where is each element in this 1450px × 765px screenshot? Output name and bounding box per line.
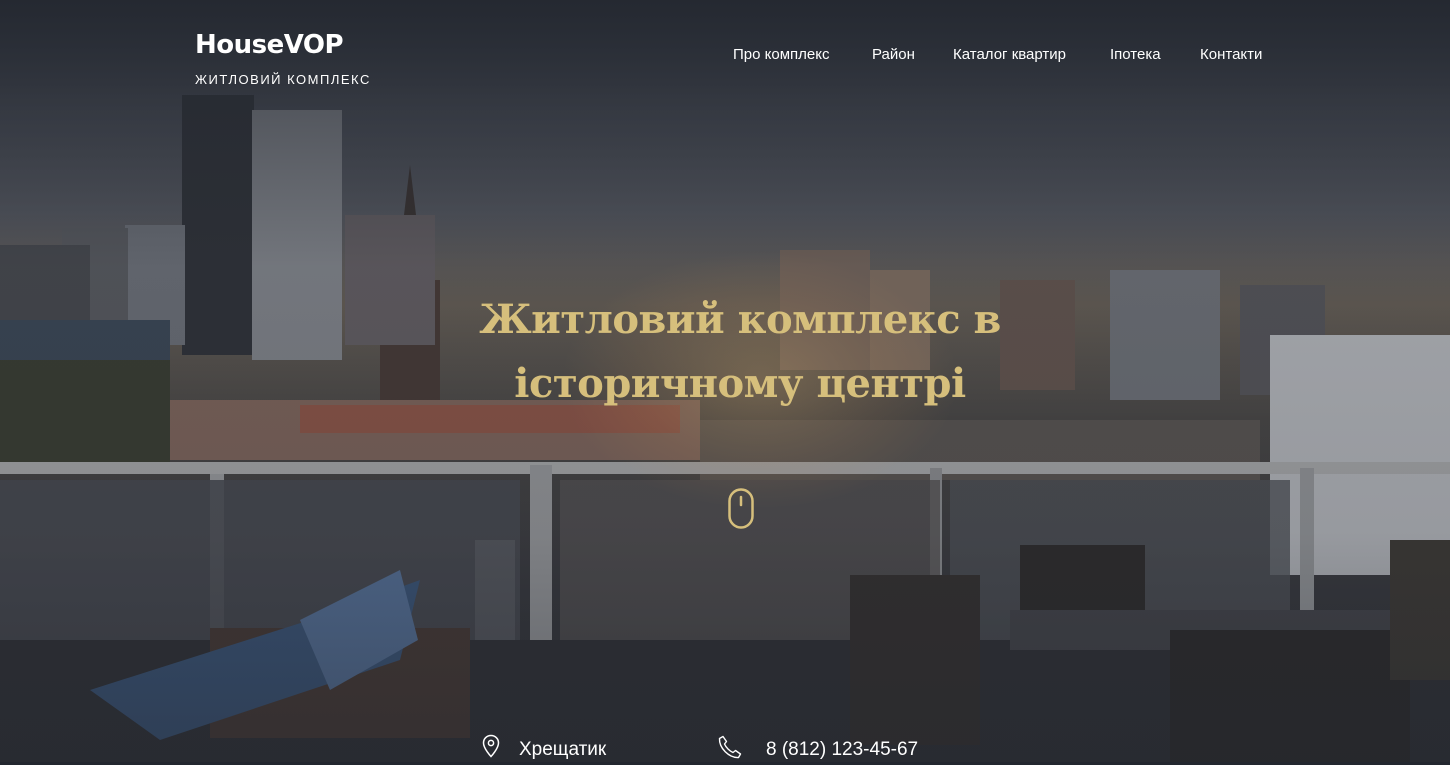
phone-icon — [717, 734, 743, 765]
nav-item-catalog[interactable]: Каталог квартир — [953, 45, 1066, 65]
brand-logo[interactable]: HouseVOP ЖИТЛОВИЙ КОМПЛЕКС — [195, 30, 371, 88]
mouse-scroll-icon[interactable] — [728, 488, 754, 535]
phone-number[interactable]: 8 (812) 123-45-67 — [766, 738, 918, 762]
location-pin-icon — [482, 734, 500, 763]
contact-phone[interactable]: 8 (812) 123-45-67 — [717, 734, 947, 762]
address-text: Хрещатик — [519, 739, 607, 760]
brand-name: HouseVOP — [195, 30, 344, 60]
brand-tagline: ЖИТЛОВИЙ КОМПЛЕКС — [195, 72, 371, 87]
contact-address: Хрещатик — [482, 734, 682, 762]
hero-headline: Житловий комплекс в історичному центрі — [400, 288, 1080, 416]
nav-item-mortgage[interactable]: Іпотека — [1110, 45, 1161, 65]
nav-item-district[interactable]: Район — [872, 45, 915, 65]
nav-item-about[interactable]: Про комплекс — [733, 45, 829, 65]
headline-line-2: історичному центрі — [514, 360, 966, 407]
headline-line-1: Житловий комплекс в — [479, 296, 1001, 343]
nav-item-contacts[interactable]: Контакти — [1200, 45, 1262, 65]
